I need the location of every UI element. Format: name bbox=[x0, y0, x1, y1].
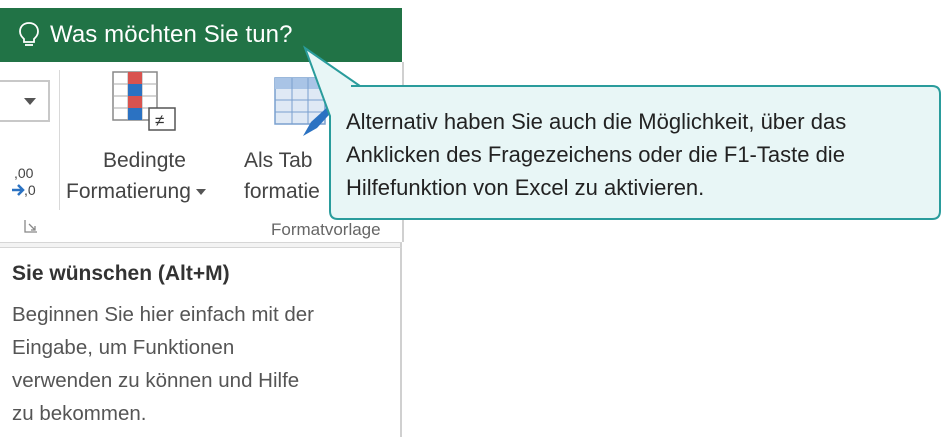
callout-line: Alternativ haben Sie auch die Möglichkei… bbox=[346, 109, 847, 134]
screenshot: Was möchten Sie tun? ,00 ,0 ≠ Bedingte F… bbox=[0, 0, 944, 437]
callout-bubble bbox=[302, 45, 941, 220]
callout-line: Anklicken des Fragezeichens oder die F1-… bbox=[346, 142, 845, 167]
callout-line: Hilfefunktion von Excel zu aktivieren. bbox=[346, 175, 705, 200]
callout-text: Alternativ haben Sie auch die Möglichkei… bbox=[346, 105, 926, 204]
